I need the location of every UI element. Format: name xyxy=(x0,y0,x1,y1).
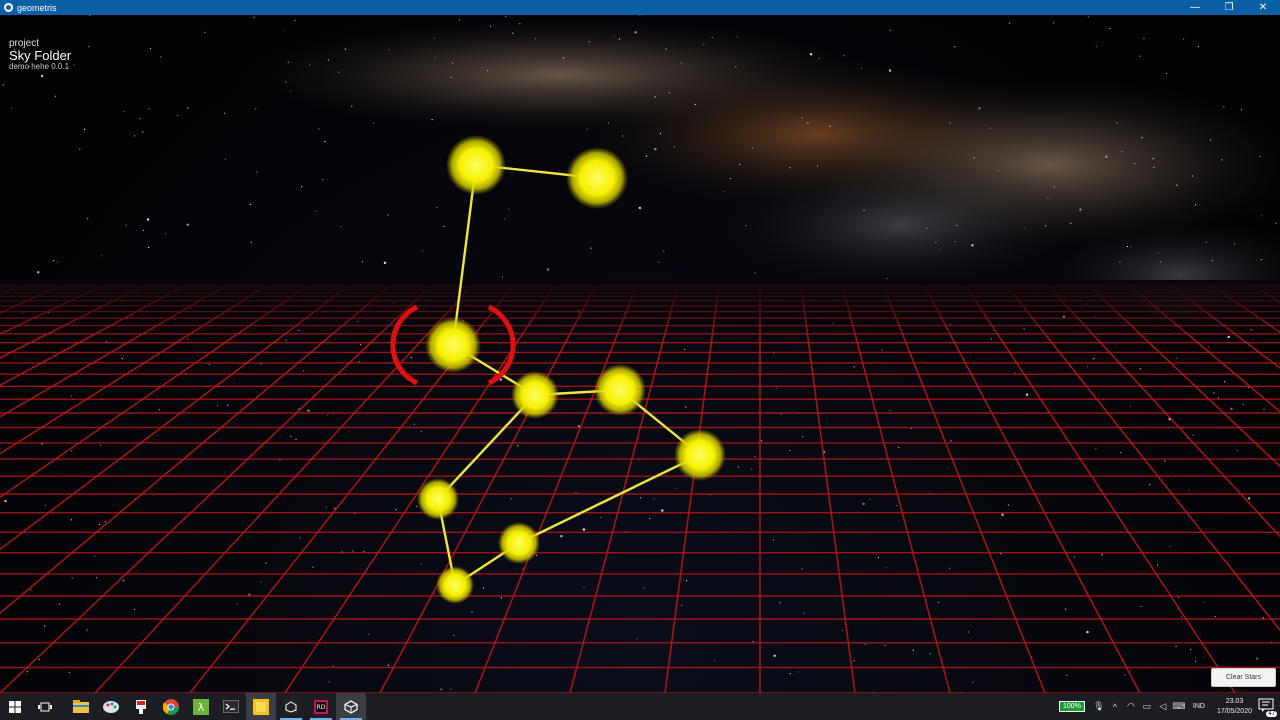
constellation-stars xyxy=(417,135,726,604)
sticky-notes-icon[interactable] xyxy=(246,693,276,720)
notification-count: 47 xyxy=(1266,710,1277,717)
star[interactable] xyxy=(417,478,459,520)
red-app-icon[interactable] xyxy=(126,693,156,720)
input-language[interactable]: IND xyxy=(1193,703,1205,710)
chevron-up-icon[interactable]: ^ xyxy=(1109,701,1121,713)
star[interactable] xyxy=(436,566,474,604)
app-icon xyxy=(4,3,13,12)
keyboard-icon[interactable]: ⌨ xyxy=(1172,701,1185,713)
clock[interactable]: 23.03 17/05/2020 xyxy=(1217,697,1252,715)
clock-time: 23.03 xyxy=(1225,698,1244,706)
clock-date: 17/05/2020 xyxy=(1216,707,1252,715)
perspective-grid xyxy=(0,280,1280,693)
star[interactable] xyxy=(498,522,540,564)
notification-center-icon[interactable]: 47 xyxy=(1258,698,1277,717)
lambda-app-icon[interactable]: λ xyxy=(186,693,216,720)
task-view-icon[interactable] xyxy=(30,693,60,720)
project-version: demo hehe 0.0.1 xyxy=(9,62,70,72)
paint-app-icon[interactable] xyxy=(96,693,126,720)
app-root: geometris — ❐ ✕ project Sky Folder demo … xyxy=(0,0,1280,720)
maximize-button[interactable]: ❐ xyxy=(1212,0,1246,15)
rider-icon[interactable]: RD xyxy=(306,693,336,720)
unity-hub-icon[interactable] xyxy=(276,693,306,720)
battery-indicator[interactable]: 100% xyxy=(1058,701,1085,712)
project-info: project Sky Folder demo hehe 0.0.1 xyxy=(9,38,71,72)
svg-text:RD: RD xyxy=(317,704,326,711)
power-icon[interactable]: ▭ xyxy=(1141,701,1153,713)
chrome-icon[interactable] xyxy=(156,693,186,720)
microphone-icon[interactable]: 🎙 xyxy=(1093,701,1105,713)
star[interactable] xyxy=(446,135,506,195)
minimize-button[interactable]: — xyxy=(1178,0,1212,15)
file-explorer-icon[interactable] xyxy=(66,693,96,720)
star[interactable] xyxy=(566,147,628,209)
constellation-line xyxy=(518,453,701,545)
game-viewport[interactable]: project Sky Folder demo hehe 0.0.1 xyxy=(0,15,1280,693)
constellation-lines xyxy=(436,163,701,587)
volume-icon[interactable]: ◁ xyxy=(1157,701,1169,713)
unity-icon[interactable] xyxy=(336,693,366,720)
system-tray: 100% 🎙 ^ ◠ ▭ ◁ ⌨ IND 23.03 17/05/2020 47 xyxy=(1058,693,1280,720)
wifi-icon[interactable]: ◠ xyxy=(1125,701,1137,713)
svg-text:λ: λ xyxy=(198,701,205,714)
scene-canvas xyxy=(0,135,1280,693)
window-title: geometris xyxy=(17,2,57,13)
star[interactable] xyxy=(674,429,726,481)
windows-start-icon[interactable] xyxy=(0,693,30,720)
close-button[interactable]: ✕ xyxy=(1246,0,1280,15)
window-titlebar: geometris — ❐ ✕ xyxy=(0,0,1280,15)
star[interactable] xyxy=(425,317,481,373)
star[interactable] xyxy=(511,371,559,419)
taskbar: λ RD 100% 🎙 ^ ◠ ▭ ◁ ⌨ IND 23.03 17/05/20… xyxy=(0,693,1280,720)
terminal-icon[interactable] xyxy=(216,693,246,720)
clear-stars-button[interactable]: Clear Stars xyxy=(1211,668,1276,687)
star[interactable] xyxy=(594,364,646,416)
project-name: Sky Folder xyxy=(9,48,72,63)
